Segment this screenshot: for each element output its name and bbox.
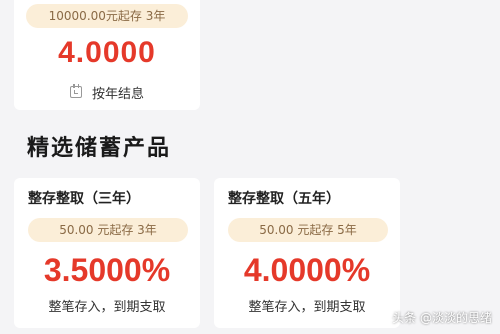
min-deposit-badge: 50.00 元起存 3年 [28,218,188,242]
deposit-terms: 整笔存入，到期支取 [48,300,166,315]
interest-rate: 4.0000% [243,252,371,288]
interest-rate: 3.5000% [43,252,171,288]
product-card-3-year[interactable]: 整存整取（三年） 50.00 元起存 3年 3.5000% 整笔存入，到期支取 [14,178,200,328]
min-deposit-badge: 50.00 元起存 5年 [228,218,388,242]
watermark-text: 头条 @淡淡的思绪 [392,311,492,325]
product-card-5-year[interactable]: 整存整取（五年） 50.00 元起存 5年 4.0000% 整笔存入，到期支取 [214,178,400,328]
product-name: 整存整取（三年） [28,191,140,207]
product-name: 整存整取（五年） [228,191,340,207]
section-title: 精选储蓄产品 [27,136,172,161]
top-product-card[interactable]: 10000.00元起存 3年 4.0000 按年结息 [14,0,200,110]
calendar-icon [70,84,82,98]
interest-method: 按年结息 [70,83,145,102]
deposit-terms: 整笔存入，到期支取 [248,300,366,315]
interest-method-label: 按年结息 [92,86,145,102]
watermark: 头条 @淡淡的思绪 [392,309,492,326]
interest-rate: 4.0000 [58,36,156,69]
min-deposit-badge: 10000.00元起存 3年 [26,4,188,28]
